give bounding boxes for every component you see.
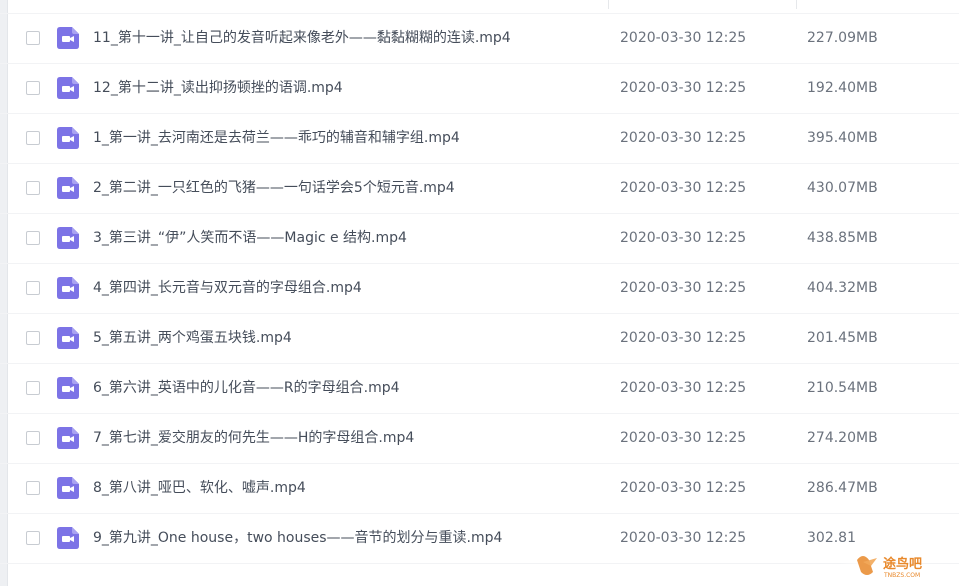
video-file-icon bbox=[57, 227, 79, 249]
video-file-icon bbox=[57, 327, 79, 349]
file-name[interactable]: 2_第二讲_一只红色的飞猪——一句话学会5个短元音.mp4 bbox=[93, 179, 455, 197]
file-name[interactable]: 6_第六讲_英语中的儿化音——R的字母组合.mp4 bbox=[93, 379, 400, 397]
file-name[interactable]: 4_第四讲_长元音与双元音的字母组合.mp4 bbox=[93, 279, 362, 297]
file-row[interactable]: 10_第十讲_偷懒的元音——懒元音.mp42020-03-30 12:25234… bbox=[0, 0, 959, 14]
file-modified-date: 2020-03-30 12:25 bbox=[620, 480, 747, 496]
file-modified-date: 2020-03-30 12:25 bbox=[620, 80, 747, 96]
file-row[interactable]: 3_第三讲_“伊”人笑而不语——Magic e 结构.mp4 2020-03-30… bbox=[0, 214, 959, 264]
file-size: 395.40MB bbox=[807, 130, 878, 146]
video-file-icon bbox=[57, 277, 79, 299]
checkbox-icon[interactable] bbox=[26, 281, 40, 295]
file-size: 286.47MB bbox=[807, 480, 878, 496]
file-row[interactable]: 4_第四讲_长元音与双元音的字母组合.mp4 2020-03-30 12:25 40… bbox=[0, 264, 959, 314]
checkbox-icon[interactable] bbox=[26, 381, 40, 395]
file-modified-date: 2020-03-30 12:25 bbox=[620, 230, 747, 246]
file-modified-date: 2020-03-30 12:25 bbox=[620, 380, 747, 396]
watermark-subtext: TNBZS.COM bbox=[883, 572, 920, 579]
file-size: 192.40MB bbox=[807, 80, 878, 96]
file-size: 201.45MB bbox=[807, 330, 878, 346]
watermark-text: 途鸟吧 bbox=[883, 556, 922, 572]
file-size: 430.07MB bbox=[807, 180, 878, 196]
file-row[interactable]: 5_第五讲_两个鸡蛋五块钱.mp4 2020-03-30 12:25 201.45M… bbox=[0, 314, 959, 364]
file-manager-page: 10_第十讲_偷懒的元音——懒元音.mp42020-03-30 12:25234… bbox=[0, 0, 959, 586]
file-size: 404.32MB bbox=[807, 280, 878, 296]
file-name[interactable]: 9_第九讲_One house，two houses——音节的划分与重读.mp4 bbox=[93, 529, 502, 547]
video-file-icon bbox=[57, 427, 79, 449]
checkbox-icon[interactable] bbox=[26, 331, 40, 345]
file-row[interactable]: 2_第二讲_一只红色的飞猪——一句话学会5个短元音.mp4 2020-03-30 … bbox=[0, 164, 959, 214]
file-size: 227.09MB bbox=[807, 30, 878, 46]
video-file-icon bbox=[57, 527, 79, 549]
file-row[interactable]: 1_第一讲_去河南还是去荷兰——乖巧的辅音和辅字组.mp4 2020-03-30 … bbox=[0, 114, 959, 164]
file-size: 210.54MB bbox=[807, 380, 878, 396]
checkbox-icon[interactable] bbox=[26, 431, 40, 445]
file-name[interactable]: 7_第七讲_爱交朋友的何先生——H的字母组合.mp4 bbox=[93, 429, 414, 447]
site-watermark-logo: 途鸟吧 TNBZS.COM bbox=[853, 550, 953, 580]
file-name[interactable]: 5_第五讲_两个鸡蛋五块钱.mp4 bbox=[93, 329, 292, 347]
video-file-icon bbox=[57, 377, 79, 399]
file-modified-date: 2020-03-30 12:25 bbox=[620, 280, 747, 296]
video-file-icon bbox=[57, 27, 79, 49]
file-name[interactable]: 3_第三讲_“伊”人笑而不语——Magic e 结构.mp4 bbox=[93, 229, 407, 247]
video-file-icon bbox=[57, 477, 79, 499]
checkbox-icon[interactable] bbox=[26, 181, 40, 195]
file-name[interactable]: 12_第十二讲_读出抑扬顿挫的语调.mp4 bbox=[93, 79, 343, 97]
checkbox-icon[interactable] bbox=[26, 131, 40, 145]
file-modified-date: 2020-03-30 12:25 bbox=[620, 130, 747, 146]
file-list: 10_第十讲_偷懒的元音——懒元音.mp42020-03-30 12:25234… bbox=[0, 0, 959, 564]
checkbox-icon[interactable] bbox=[26, 531, 40, 545]
file-row[interactable]: 7_第七讲_爱交朋友的何先生——H的字母组合.mp4 2020-03-30 12:… bbox=[0, 414, 959, 464]
file-name[interactable]: 11_第十一讲_让自己的发音听起来像老外——黏黏糊糊的连读.mp4 bbox=[93, 29, 511, 47]
file-modified-date: 2020-03-30 12:25 bbox=[620, 530, 747, 546]
file-modified-date: 2020-03-30 12:25 bbox=[620, 30, 747, 46]
file-modified-date: 2020-03-30 12:25 bbox=[620, 330, 747, 346]
file-row[interactable]: 12_第十二讲_读出抑扬顿挫的语调.mp4 2020-03-30 12:25 192… bbox=[0, 64, 959, 114]
checkbox-icon[interactable] bbox=[26, 81, 40, 95]
checkbox-icon[interactable] bbox=[26, 481, 40, 495]
file-row[interactable]: 6_第六讲_英语中的儿化音——R的字母组合.mp4 2020-03-30 12:2… bbox=[0, 364, 959, 414]
file-row[interactable]: 8_第八讲_哑巴、软化、嘘声.mp4 2020-03-30 12:25 286.47… bbox=[0, 464, 959, 514]
checkbox-icon[interactable] bbox=[26, 231, 40, 245]
file-name[interactable]: 8_第八讲_哑巴、软化、嘘声.mp4 bbox=[93, 479, 306, 497]
video-file-icon bbox=[57, 127, 79, 149]
file-modified-date: 2020-03-30 12:25 bbox=[620, 180, 747, 196]
file-name[interactable]: 1_第一讲_去河南还是去荷兰——乖巧的辅音和辅字组.mp4 bbox=[93, 129, 460, 147]
file-row[interactable]: 9_第九讲_One house，two houses——音节的划分与重读.mp4… bbox=[0, 514, 959, 564]
file-size: 438.85MB bbox=[807, 230, 878, 246]
file-row[interactable]: 11_第十一讲_让自己的发音听起来像老外——黏黏糊糊的连读.mp4 2020-03… bbox=[0, 14, 959, 64]
file-size: 274.20MB bbox=[807, 430, 878, 446]
checkbox-icon[interactable] bbox=[26, 31, 40, 45]
video-file-icon bbox=[57, 77, 79, 99]
video-file-icon bbox=[57, 177, 79, 199]
file-modified-date: 2020-03-30 12:25 bbox=[620, 430, 747, 446]
